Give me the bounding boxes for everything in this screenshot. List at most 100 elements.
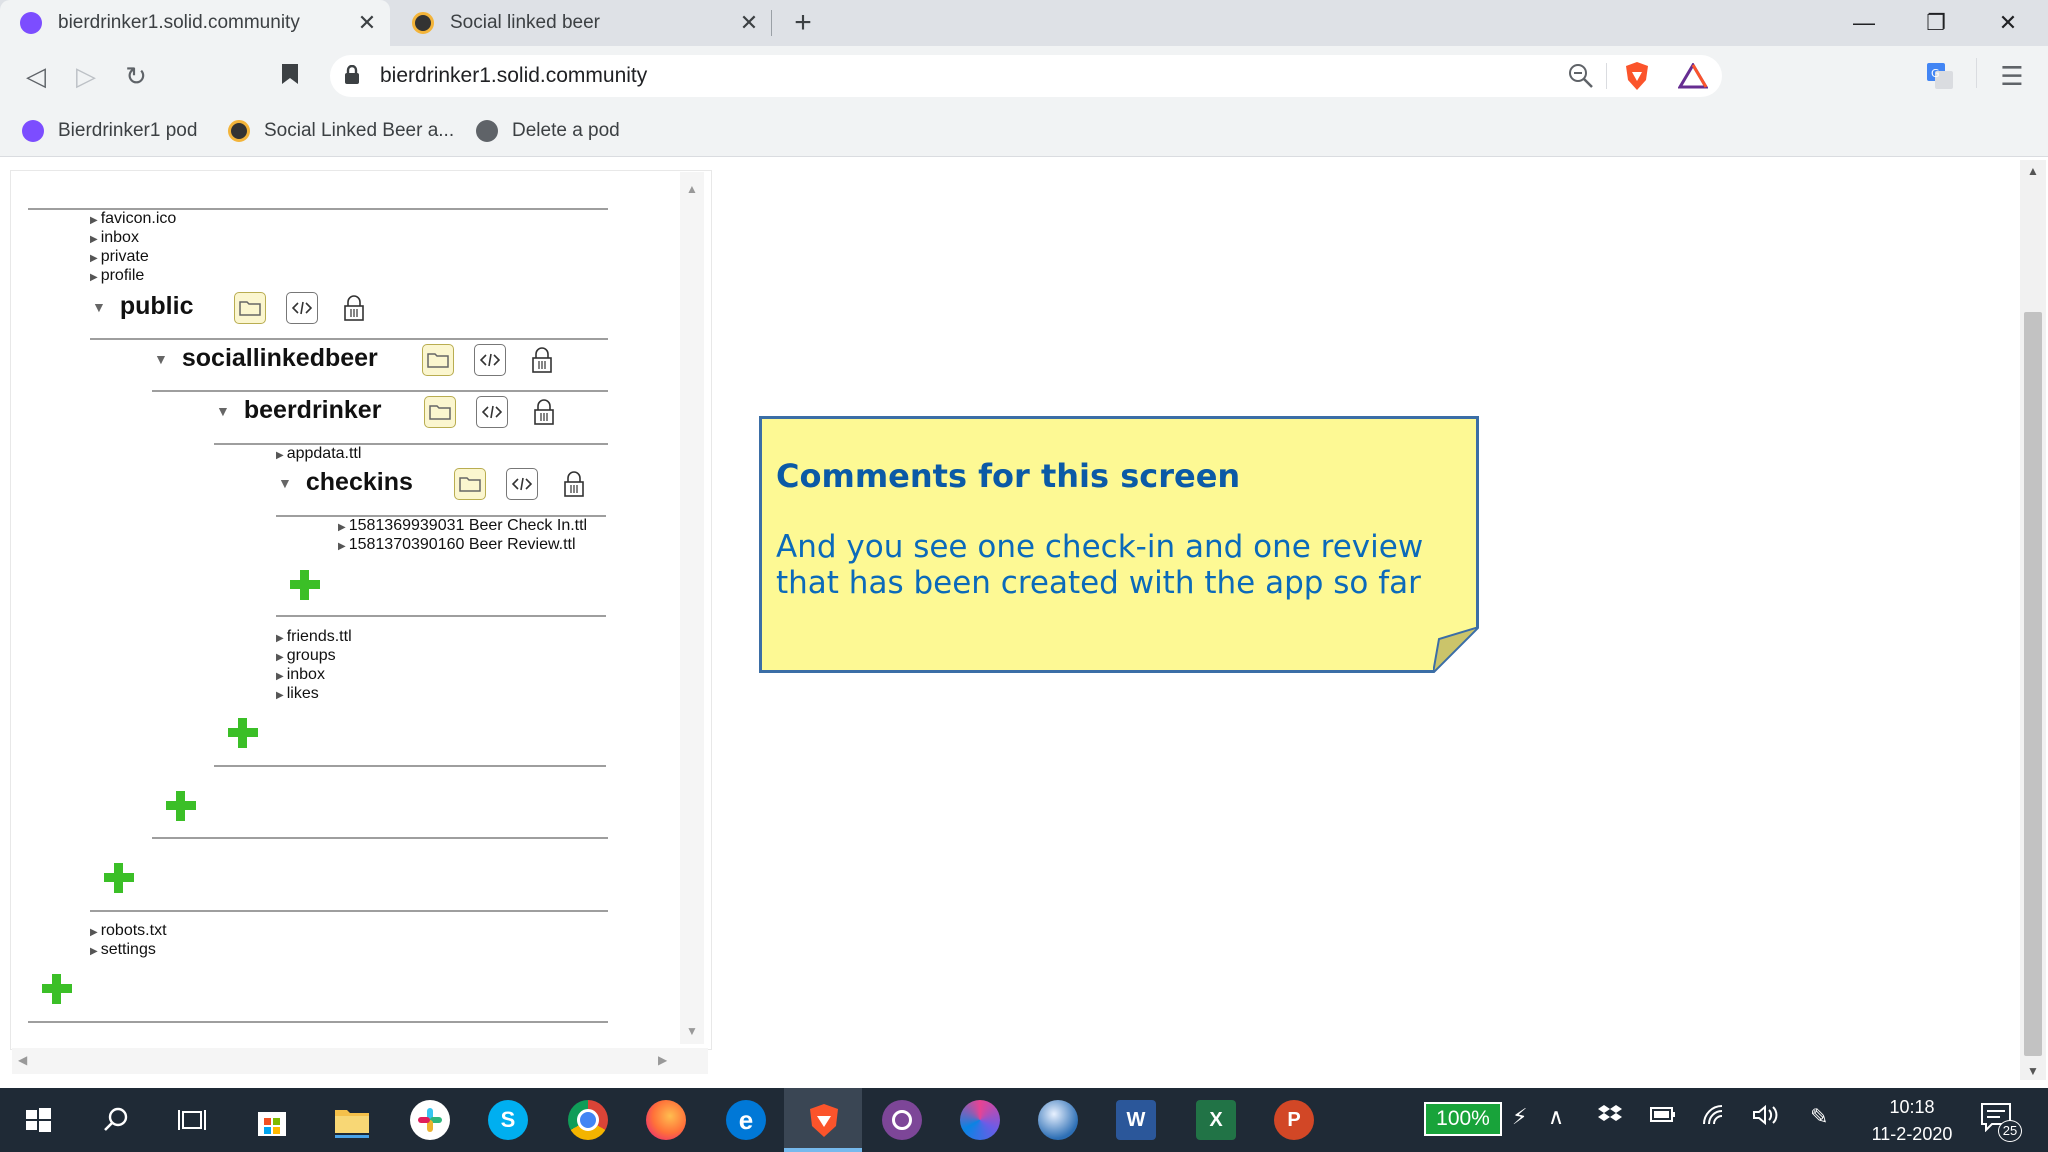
firefox-icon[interactable] xyxy=(646,1100,686,1140)
collapse-arrow-icon[interactable]: ▼ xyxy=(154,351,168,367)
source-code-icon[interactable] xyxy=(286,292,318,324)
source-code-icon[interactable] xyxy=(474,344,506,376)
file-friends[interactable]: ▶ friends.ttl xyxy=(276,628,352,646)
scroll-up-arrow-icon[interactable]: ▲ xyxy=(686,182,698,196)
close-tab-icon[interactable]: ✕ xyxy=(736,10,762,36)
folder-sociallinkedbeer[interactable]: ▼ sociallinkedbeer xyxy=(154,344,378,373)
scroll-down-arrow-icon[interactable]: ▼ xyxy=(686,1024,698,1038)
add-to-sociallinkedbeer-plus-icon[interactable] xyxy=(164,789,198,823)
collapse-arrow-icon[interactable]: ▼ xyxy=(92,299,106,315)
bookmark-delete-a-pod[interactable]: Delete a pod xyxy=(476,116,620,146)
file-beer-review[interactable]: ▶ 1581370390160 Beer Review.ttl xyxy=(338,536,576,554)
brave-browser-icon[interactable] xyxy=(804,1100,844,1140)
folder-view-icon[interactable] xyxy=(424,396,456,428)
pen-icon[interactable]: ✎ xyxy=(1810,1104,1828,1130)
back-button[interactable]: ◁ xyxy=(18,58,54,94)
tor-icon[interactable] xyxy=(882,1100,922,1140)
sharing-lock-icon[interactable] xyxy=(558,468,590,500)
zoom-icon[interactable] xyxy=(1568,63,1594,94)
scroll-left-arrow-icon[interactable]: ◀ xyxy=(18,1053,27,1067)
folder-profile[interactable]: ▶ profile xyxy=(90,267,144,285)
forward-button[interactable]: ▷ xyxy=(68,58,104,94)
dropbox-icon[interactable] xyxy=(1598,1104,1622,1132)
sharing-lock-icon[interactable] xyxy=(528,396,560,428)
bookmark-label: Bierdrinker1 pod xyxy=(58,120,198,141)
menu-button[interactable]: ☰ xyxy=(1994,58,2030,94)
panel-horizontal-scrollbar[interactable]: ◀ ▶ xyxy=(12,1048,708,1074)
power-plug-icon[interactable]: ⚡ xyxy=(1512,1104,1527,1130)
battery-indicator[interactable]: 100% xyxy=(1424,1102,1502,1136)
search-icon[interactable] xyxy=(96,1100,136,1140)
folder-beerdrinker[interactable]: ▼ beerdrinker xyxy=(216,396,381,425)
app-swirl-icon[interactable] xyxy=(960,1100,1000,1140)
address-bar[interactable]: bierdrinker1.solid.community xyxy=(330,55,1722,97)
folder-public[interactable]: ▼ public xyxy=(92,292,193,321)
tab-bierdrinker1-pod[interactable]: bierdrinker1.solid.community ✕ xyxy=(0,0,390,46)
wifi-icon[interactable] xyxy=(1702,1104,1728,1132)
scroll-right-arrow-icon[interactable]: ▶ xyxy=(658,1053,667,1067)
excel-icon[interactable]: X xyxy=(1196,1100,1236,1140)
tab-social-linked-beer[interactable]: Social linked beer ✕ xyxy=(392,0,772,46)
notification-center-icon[interactable]: 25 xyxy=(1980,1102,2022,1142)
scrollbar-thumb[interactable] xyxy=(2024,312,2042,1056)
folder-inbox[interactable]: ▶ inbox xyxy=(90,229,139,247)
close-window-button[interactable]: ✕ xyxy=(1972,0,2044,46)
brave-rewards-icon[interactable] xyxy=(1677,62,1709,94)
folder-view-icon[interactable] xyxy=(454,468,486,500)
file-favicon[interactable]: ▶ favicon.ico xyxy=(90,210,176,228)
restore-button[interactable]: ❐ xyxy=(1900,0,1972,46)
store-icon[interactable] xyxy=(252,1100,292,1140)
folder-likes[interactable]: ▶ likes xyxy=(276,685,319,703)
bookmark-icon[interactable] xyxy=(272,58,308,94)
source-code-icon[interactable] xyxy=(506,468,538,500)
app-globe-icon[interactable] xyxy=(1038,1100,1078,1140)
page-vertical-scrollbar[interactable]: ▲ ▼ xyxy=(2020,160,2046,1080)
reload-button[interactable]: ↻ xyxy=(118,58,154,94)
edge-icon[interactable]: e xyxy=(726,1100,766,1140)
file-beer-check-in[interactable]: ▶ 1581369939031 Beer Check In.ttl xyxy=(338,517,587,535)
word-icon[interactable]: W xyxy=(1116,1100,1156,1140)
collapse-arrow-icon[interactable]: ▼ xyxy=(278,475,292,491)
brave-shields-icon[interactable] xyxy=(1624,61,1650,96)
folder-inbox-beerdrinker[interactable]: ▶ inbox xyxy=(276,666,325,684)
file-label: 1581370390160 Beer Review.ttl xyxy=(348,536,576,553)
file-appdata[interactable]: ▶ appdata.ttl xyxy=(276,445,361,463)
panel-vertical-scrollbar[interactable]: ▲ ▼ xyxy=(680,172,704,1044)
scroll-down-arrow-icon[interactable]: ▼ xyxy=(2027,1064,2039,1078)
new-tab-button[interactable]: + xyxy=(786,6,820,40)
folder-checkins[interactable]: ▼ checkins xyxy=(278,468,413,497)
file-robots[interactable]: ▶ robots.txt xyxy=(90,922,167,940)
add-to-beerdrinker-plus-icon[interactable] xyxy=(226,716,260,750)
skype-icon[interactable]: S xyxy=(488,1100,528,1140)
folder-view-icon[interactable] xyxy=(422,344,454,376)
chrome-icon[interactable] xyxy=(568,1100,608,1140)
windows-start-icon[interactable] xyxy=(18,1100,58,1140)
add-to-root-plus-icon[interactable] xyxy=(40,972,74,1006)
google-translate-icon[interactable]: G xyxy=(1926,62,1954,95)
collapse-arrow-icon[interactable]: ▼ xyxy=(216,403,230,419)
task-view-icon[interactable] xyxy=(172,1100,212,1140)
system-clock[interactable]: 10:18 11-2-2020 xyxy=(1852,1094,1972,1148)
close-tab-icon[interactable]: ✕ xyxy=(354,10,380,36)
file-explorer-icon[interactable] xyxy=(332,1100,372,1140)
file-settings[interactable]: ▶ settings xyxy=(90,941,156,959)
add-to-public-plus-icon[interactable] xyxy=(102,861,136,895)
sharing-lock-icon[interactable] xyxy=(526,344,558,376)
chevron-up-icon[interactable]: ∧ xyxy=(1548,1104,1564,1130)
minimize-button[interactable]: — xyxy=(1828,0,1900,46)
folder-groups[interactable]: ▶ groups xyxy=(276,647,336,665)
folder-private[interactable]: ▶ private xyxy=(90,248,149,266)
battery-tray-icon[interactable] xyxy=(1650,1104,1676,1130)
toolbar-divider xyxy=(1976,58,1977,88)
powerpoint-icon[interactable]: P xyxy=(1274,1100,1314,1140)
url-text[interactable]: bierdrinker1.solid.community xyxy=(380,55,647,97)
folder-view-icon[interactable] xyxy=(234,292,266,324)
bookmark-social-linked-beer[interactable]: Social Linked Beer a... xyxy=(228,116,454,146)
scroll-up-arrow-icon[interactable]: ▲ xyxy=(2027,164,2039,178)
bookmark-bierdrinker1-pod[interactable]: Bierdrinker1 pod xyxy=(22,116,197,146)
slack-icon[interactable] xyxy=(410,1100,450,1140)
add-to-checkins-plus-icon[interactable] xyxy=(288,568,322,602)
volume-icon[interactable] xyxy=(1752,1104,1780,1132)
sharing-lock-icon[interactable] xyxy=(338,292,370,324)
source-code-icon[interactable] xyxy=(476,396,508,428)
